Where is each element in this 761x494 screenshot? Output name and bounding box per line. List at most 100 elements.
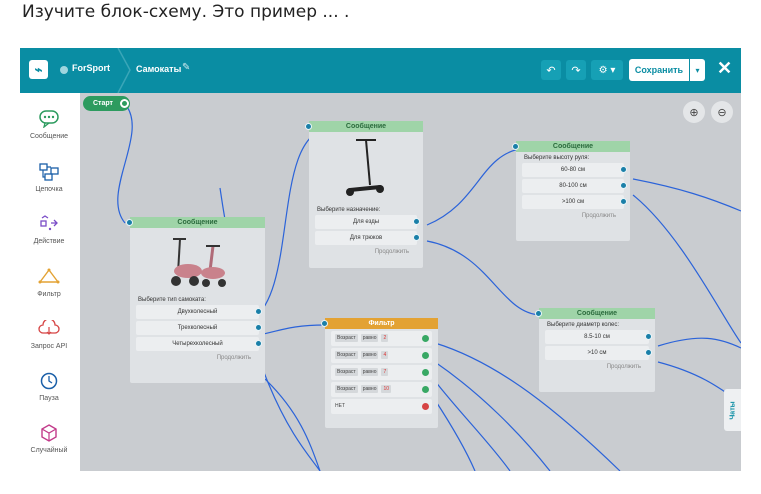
input-port[interactable]: [126, 219, 133, 226]
redo-button[interactable]: ↷: [566, 60, 586, 80]
option-button[interactable]: 60-80 см: [522, 163, 627, 177]
filter-node[interactable]: Фильтр Возраст равно 2 Возраст равно 4 Возра…: [321, 318, 438, 428]
start-port[interactable]: [120, 99, 129, 108]
edge-start-to-type: [117, 103, 133, 224]
filter-row[interactable]: Возраст равно 2: [331, 331, 432, 346]
option-button[interactable]: 80-100 см: [522, 179, 627, 193]
output-port[interactable]: [255, 324, 262, 331]
option-label: Двухколесный: [177, 309, 218, 315]
app-logo-icon[interactable]: ⌁: [29, 60, 48, 79]
input-port[interactable]: [512, 143, 519, 150]
message-node-scooter-type[interactable]: Сообщение Выберите тип самоката: Двухкол…: [126, 217, 265, 383]
option-button[interactable]: Для трюков: [315, 231, 420, 245]
zoom-out-button[interactable]: ⊖: [711, 101, 733, 123]
option-label: Трехколесный: [177, 325, 218, 331]
input-port[interactable]: [535, 310, 542, 317]
save-button[interactable]: Сохранить: [629, 59, 689, 81]
output-port[interactable]: [422, 369, 429, 376]
zoom-in-button[interactable]: ⊕: [683, 101, 705, 123]
input-port[interactable]: [305, 123, 312, 130]
continue-label[interactable]: Продолжить: [516, 213, 630, 219]
sidebar-item-message[interactable]: Сообщение: [24, 101, 74, 147]
node-prompt: Выберите тип самоката:: [138, 297, 206, 303]
close-icon[interactable]: ✕: [717, 58, 732, 79]
save-dropdown-button[interactable]: ▾: [690, 59, 705, 81]
message-node-height[interactable]: Сообщение Выберите высоту руля: 60-80 см…: [512, 141, 630, 241]
settings-dropdown-button[interactable]: ⚙ ▾: [591, 60, 623, 80]
output-port[interactable]: [645, 349, 652, 356]
edge-filter-out-2: [434, 361, 551, 471]
filter-operator: равно: [360, 368, 379, 376]
output-port[interactable]: [620, 198, 627, 205]
sidebar-item-random[interactable]: Случайный: [24, 415, 74, 461]
dice-icon: [38, 422, 60, 444]
project-dot-icon: [60, 66, 68, 74]
output-port[interactable]: [645, 333, 652, 340]
sidebar-item-action[interactable]: Действие: [24, 206, 74, 252]
filter-row[interactable]: Возраст равно 10: [331, 382, 432, 397]
filter-else-row[interactable]: НЕТ: [331, 399, 432, 414]
edge-wheel-out-1: [657, 337, 741, 349]
option-button[interactable]: Двухколесный: [136, 305, 262, 319]
option-button[interactable]: Трехколесный: [136, 321, 262, 335]
chats-tab[interactable]: Чаты: [724, 389, 741, 431]
filter-value: 4: [381, 351, 389, 359]
option-label: 80-100 см: [559, 183, 587, 189]
option-label: >10 см: [587, 350, 607, 356]
option-button[interactable]: Для езды: [315, 215, 420, 229]
option-label: Для езды: [352, 219, 380, 225]
continue-label[interactable]: Продолжить: [130, 355, 265, 361]
sidebar-item-filter[interactable]: Фильтр: [24, 259, 74, 305]
sidebar-item-api[interactable]: Запрос API: [24, 311, 74, 357]
breadcrumb-flow[interactable]: Самокаты: [136, 64, 181, 74]
node-prompt: Выберите высоту руля:: [524, 155, 590, 161]
sidebar-item-pause[interactable]: Пауза: [24, 363, 74, 409]
output-port[interactable]: [413, 218, 420, 225]
sidebar-item-label: Фильтр: [37, 291, 61, 298]
continue-label[interactable]: Продолжить: [539, 364, 655, 370]
output-port[interactable]: [422, 352, 429, 359]
message-node-wheel[interactable]: Сообщение Выберите диаметр колес: 8.5-10…: [535, 308, 655, 392]
output-port[interactable]: [620, 182, 627, 189]
filter-operator: равно: [360, 385, 379, 393]
filter-field: Возраст: [335, 368, 358, 376]
output-port[interactable]: [422, 335, 429, 342]
option-button[interactable]: >10 см: [545, 346, 652, 360]
node-title: Фильтр: [325, 318, 438, 329]
filter-row[interactable]: Возраст равно 4: [331, 348, 432, 363]
pencil-icon[interactable]: ✎: [182, 62, 190, 73]
undo-button[interactable]: ↶: [541, 60, 561, 80]
output-port[interactable]: [413, 234, 420, 241]
message-node-purpose[interactable]: Сообщение Выберите назначение: Для езды …: [305, 121, 423, 268]
blocks-sidebar: Сообщение Цепочка Действие Фильтр Запрос…: [20, 93, 80, 471]
breadcrumb-separator: [117, 48, 131, 93]
output-port[interactable]: [620, 166, 627, 173]
node-title: Сообщение: [130, 217, 265, 228]
top-bar: ⌁ ForSport Самокаты ✎ ↶ ↷ ⚙ ▾ Сохранить …: [20, 48, 741, 93]
filter-value: 10: [381, 385, 392, 393]
output-port[interactable]: [422, 403, 429, 410]
output-port[interactable]: [422, 386, 429, 393]
node-title: Сообщение: [309, 121, 423, 132]
option-label: 8.5-10 см: [584, 334, 610, 340]
start-node[interactable]: Старт: [83, 96, 130, 111]
input-port[interactable]: [321, 320, 328, 327]
node-title: Сообщение: [539, 308, 655, 319]
filter-operator: равно: [360, 334, 379, 342]
sidebar-item-chain[interactable]: Цепочка: [24, 154, 74, 200]
flow-canvas[interactable]: Старт ⊕ ⊖ Сообщение Выберите тип самокат…: [80, 93, 741, 471]
breadcrumb-project[interactable]: ForSport: [72, 63, 110, 73]
continue-label[interactable]: Продолжить: [309, 249, 423, 255]
filter-else-label: НЕТ: [335, 403, 345, 409]
filter-row[interactable]: Возраст равно 7: [331, 365, 432, 380]
output-port[interactable]: [255, 340, 262, 347]
option-button[interactable]: 8.5-10 см: [545, 330, 652, 344]
edge-filter-out-3: [434, 380, 511, 471]
option-button[interactable]: >100 см: [522, 195, 627, 209]
option-button[interactable]: Четырехколесный: [136, 337, 262, 351]
filter-value: 7: [381, 368, 389, 376]
option-label: Четырехколесный: [172, 341, 223, 347]
filter-value: 2: [381, 334, 389, 342]
clock-icon: [38, 370, 60, 392]
output-port[interactable]: [255, 308, 262, 315]
